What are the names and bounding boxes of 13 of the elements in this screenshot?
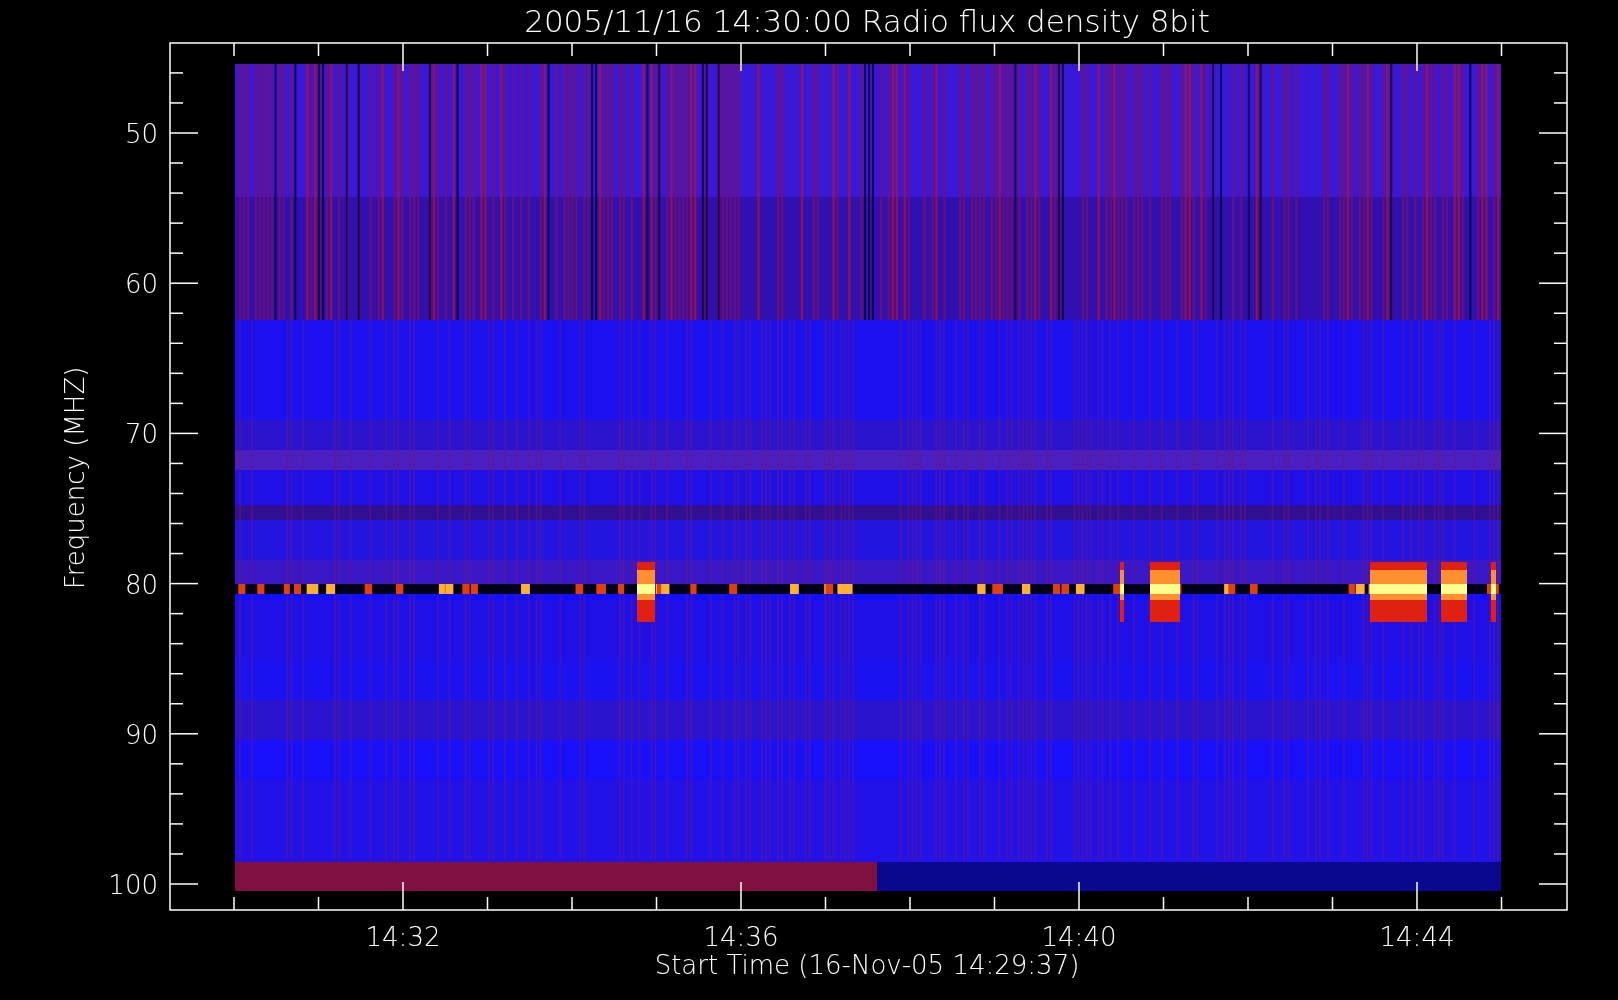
axis-tick-label: 100: [108, 870, 158, 900]
axis-tick-label: 14:40: [1041, 922, 1117, 952]
axis-tick-label: 90: [124, 719, 158, 750]
axis-tick-label: 50: [124, 119, 158, 149]
axis-tick-label: 70: [124, 419, 158, 450]
chart-title: 2005/11/16 14:30:00 Radio flux density 8bit: [524, 3, 1210, 39]
axis-tick-label: 14:32: [365, 922, 441, 952]
axis-tick-label: 14:36: [703, 922, 779, 952]
axis-tick-label: 80: [124, 569, 158, 600]
axis-title: Start Time (16-Nov-05 14:29:37): [654, 950, 1080, 980]
axis-tick-label: 14:44: [1379, 922, 1455, 952]
axis-tick-label: 60: [124, 269, 158, 300]
axis-title: Frequency (MHZ): [60, 366, 90, 590]
